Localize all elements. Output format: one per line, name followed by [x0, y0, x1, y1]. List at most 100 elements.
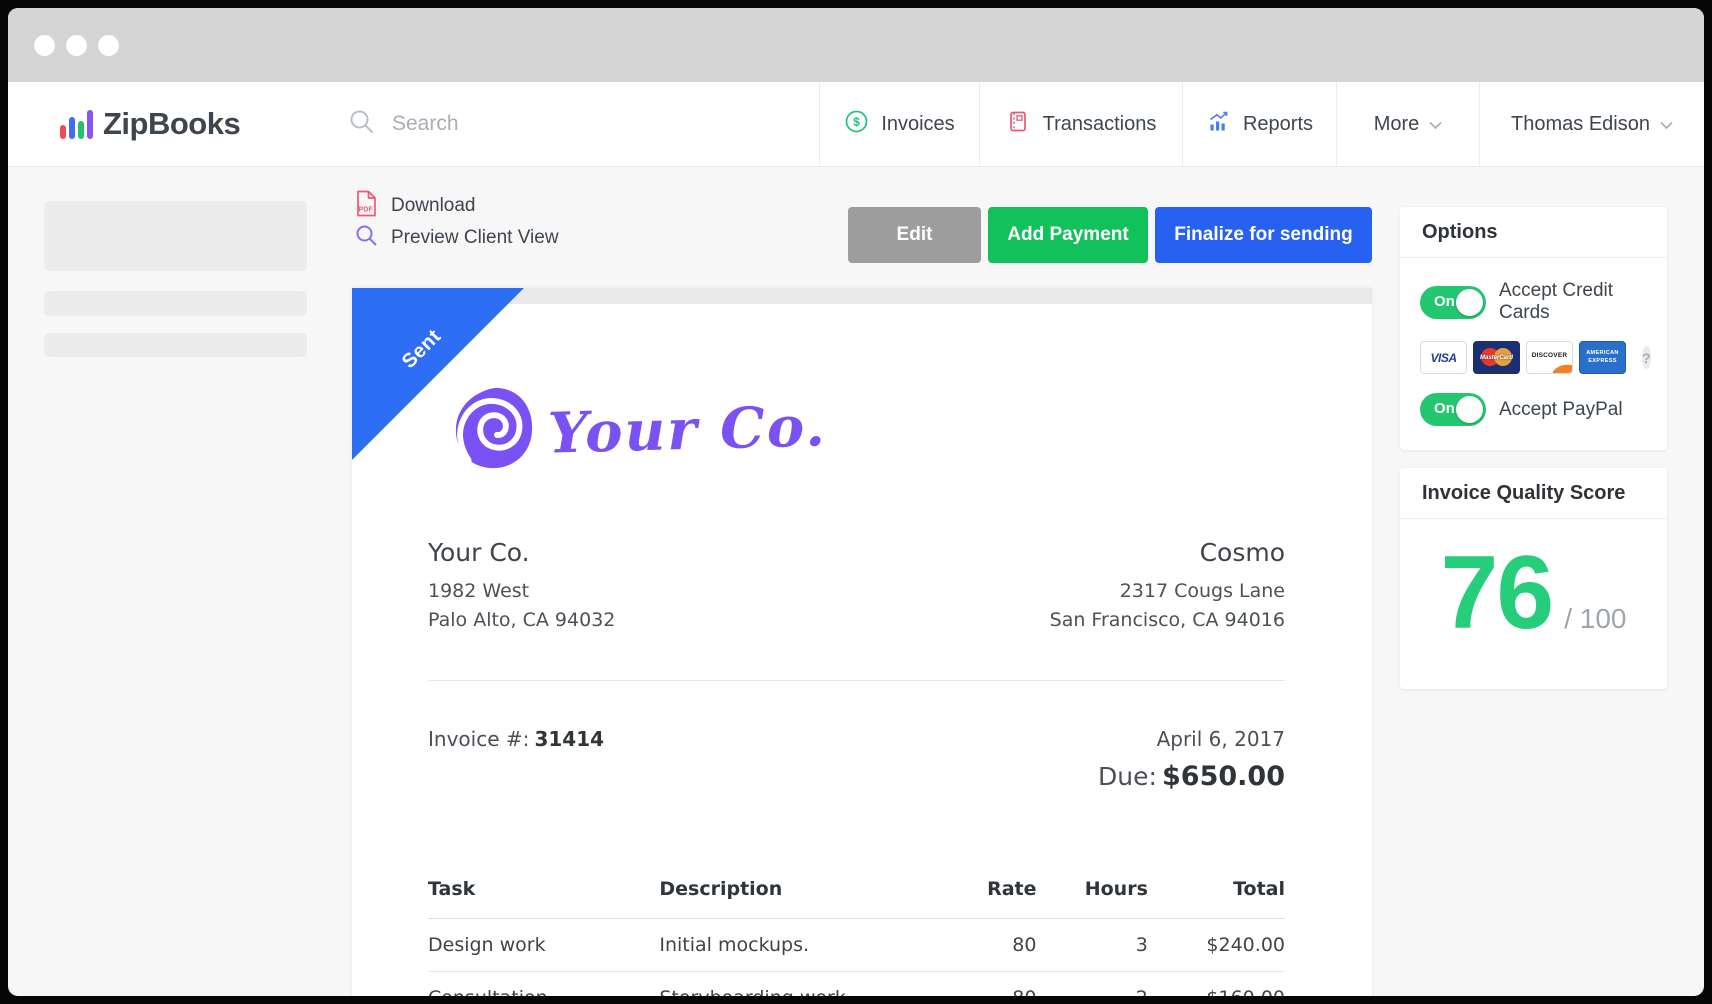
sender-address-block: Your Co. 1982 West Palo Alto, CA 94032 [428, 538, 615, 636]
company-logo: Your Co. [450, 382, 1285, 478]
edit-button[interactable]: Edit [848, 207, 981, 263]
invoice-main-column: PDF Download Preview Client View Edit Ad… [352, 166, 1372, 996]
sender-name: Your Co. [428, 538, 615, 567]
ledger-icon [1006, 109, 1031, 140]
dollar-circle-icon: $ [844, 109, 869, 140]
nav-invoices[interactable]: $ Invoices [819, 82, 979, 166]
table-cell: Storyboarding work. [659, 987, 933, 996]
nav-reports[interactable]: Reports [1182, 82, 1336, 166]
nav-transactions[interactable]: Transactions [979, 82, 1182, 166]
chevron-down-icon [1429, 113, 1442, 136]
left-sidebar [8, 166, 352, 996]
amex-card-icon: AMERICANEXPRESS [1579, 341, 1626, 374]
amount-due: Due: $650.00 [428, 761, 1285, 792]
help-icon[interactable]: ? [1642, 346, 1651, 369]
svg-text:PDF: PDF [359, 206, 374, 213]
options-panel: Options On Accept Credit Cards VISAMaste… [1400, 207, 1667, 450]
window-titlebar [8, 8, 1704, 82]
pdf-file-icon: PDF [355, 190, 378, 223]
sender-address-line: Palo Alto, CA 94032 [428, 606, 615, 635]
client-name: Cosmo [1050, 538, 1285, 567]
preview-label: Preview Client View [391, 227, 559, 249]
nav-item-label: Reports [1243, 113, 1313, 136]
top-navbar: ZipBooks $ Invoices Transactions Reports Mo… [8, 82, 1704, 167]
window-control-dot[interactable] [66, 35, 87, 56]
sidebar-placeholder-bar [44, 291, 307, 316]
column-header: Total [1148, 878, 1285, 900]
accept-paypal-label: Accept PayPal [1499, 399, 1623, 421]
due-amount-value: $650.00 [1162, 761, 1285, 792]
download-label: Download [391, 195, 476, 217]
invoice-divider [428, 680, 1285, 681]
table-cell: 3 [1036, 934, 1147, 956]
quality-score-panel: Invoice Quality Score 76 / 100 [1400, 468, 1667, 689]
nav-more[interactable]: More [1336, 82, 1479, 166]
app-window: ZipBooks $ Invoices Transactions Reports Mo… [8, 8, 1704, 996]
toggle-on-label: On [1434, 293, 1455, 310]
mastercard-card-icon: MasterCard [1473, 341, 1520, 374]
accept-credit-cards-toggle[interactable]: On [1420, 286, 1486, 319]
sender-address-line: 1982 West [428, 577, 615, 606]
chevron-down-icon [1660, 113, 1673, 136]
page-content: PDF Download Preview Client View Edit Ad… [8, 166, 1704, 996]
column-header: Description [659, 878, 933, 900]
line-items-table: TaskDescriptionRateHoursTotalDesign work… [428, 878, 1285, 996]
table-cell: Initial mockups. [659, 934, 933, 956]
card-brands-row: VISAMasterCardDISCOVERAMERICANEXPRESS? [1420, 341, 1647, 374]
zipbooks-logo[interactable]: ZipBooks [8, 82, 292, 166]
window-control-dot[interactable] [98, 35, 119, 56]
quality-panel-title: Invoice Quality Score [1400, 468, 1667, 519]
sidebar-placeholder-bar [44, 333, 307, 357]
table-cell: 2 [1036, 987, 1147, 996]
preview-client-view-link[interactable]: Preview Client View [355, 222, 559, 254]
client-address-block: Cosmo 2317 Cougs Lane San Francisco, CA … [1050, 538, 1285, 636]
options-panel-title: Options [1400, 207, 1667, 258]
window-control-dot[interactable] [34, 35, 55, 56]
right-sidebar: Options On Accept Credit Cards VISAMaste… [1400, 166, 1667, 689]
table-cell: 80 [934, 987, 1037, 996]
discover-card-icon: DISCOVER [1526, 341, 1573, 374]
zipbooks-bars-icon [60, 109, 93, 139]
toggle-knob [1456, 396, 1483, 423]
download-link[interactable]: PDF Download [355, 190, 559, 222]
finalize-button[interactable]: Finalize for sending [1155, 207, 1372, 263]
user-name-label: Thomas Edison [1511, 113, 1650, 136]
table-cell: $160.00 [1148, 987, 1285, 996]
bar-chart-icon [1206, 109, 1231, 140]
zipbooks-logo-text: ZipBooks [103, 106, 240, 142]
column-header: Rate [934, 878, 1037, 900]
column-header: Hours [1036, 878, 1147, 900]
table-cell: $240.00 [1148, 934, 1285, 956]
invoice-number-value: 31414 [534, 727, 604, 751]
company-logo-text: Your Co. [547, 393, 827, 466]
visa-card-icon: VISA [1420, 341, 1467, 374]
invoice-number-label: Invoice #: [428, 727, 529, 751]
table-row: Design workInitial mockups.803$240.00 [428, 919, 1285, 972]
search-area [292, 82, 819, 166]
nav-item-label: Transactions [1043, 113, 1157, 136]
client-address-line: San Francisco, CA 94016 [1050, 606, 1285, 635]
accept-credit-cards-label: Accept Credit Cards [1499, 280, 1647, 324]
column-header: Task [428, 878, 659, 900]
quality-score-max: / 100 [1564, 603, 1626, 635]
search-icon [348, 108, 375, 140]
nav-more-label: More [1374, 113, 1420, 136]
sidebar-placeholder-block [44, 201, 307, 271]
nav-user-menu[interactable]: Thomas Edison [1479, 82, 1704, 166]
magnifier-icon [355, 224, 378, 253]
invoice-number: Invoice #: 31414 [428, 727, 604, 751]
add-payment-button[interactable]: Add Payment [988, 207, 1148, 263]
invoice-paper: Sent Your Co. [352, 288, 1372, 996]
accept-paypal-toggle[interactable]: On [1420, 393, 1486, 426]
invoice-actions-row: PDF Download Preview Client View Edit Ad… [352, 166, 1372, 288]
due-label: Due: [1098, 762, 1157, 791]
spiral-logo-icon [450, 382, 538, 478]
table-header-row: TaskDescriptionRateHoursTotal [428, 878, 1285, 919]
search-input[interactable] [390, 111, 694, 137]
toggle-on-label: On [1434, 400, 1455, 417]
table-cell: Design work [428, 934, 659, 956]
nav-item-label: Invoices [881, 113, 954, 136]
client-address-line: 2317 Cougs Lane [1050, 577, 1285, 606]
toggle-knob [1456, 289, 1483, 316]
svg-text:$: $ [853, 115, 860, 129]
